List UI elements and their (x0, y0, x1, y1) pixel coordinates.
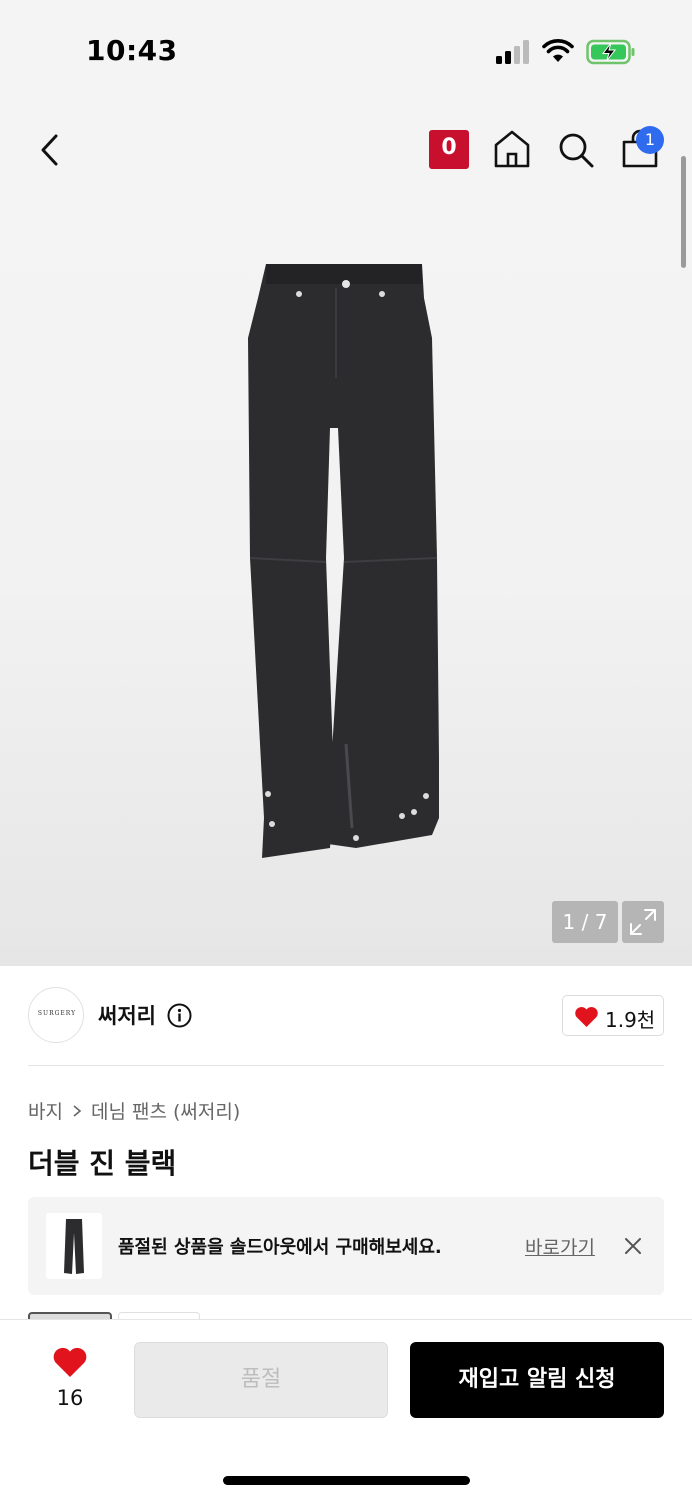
product-photo-pants (248, 264, 439, 858)
scrollbar[interactable] (681, 156, 686, 268)
close-icon[interactable] (622, 1235, 644, 1257)
divider (28, 1065, 664, 1066)
soldout-message: 품절된 상품을 솔드아웃에서 구매해보세요. (118, 1237, 442, 1258)
brand-like-count: 1.9천 (605, 1008, 656, 1032)
brand-name[interactable]: 써저리 (98, 1000, 156, 1030)
heart-icon (575, 1007, 598, 1027)
cart-count-badge: 1 (636, 126, 664, 154)
home-indicator (223, 1476, 470, 1485)
restock-alert-button[interactable]: 재입고 알림 신청 (410, 1342, 664, 1418)
brand-like-button[interactable]: 1.9천 (562, 995, 664, 1036)
status-time: 10:43 (86, 34, 178, 67)
chevron-right-icon (73, 1104, 82, 1117)
breadcrumb-category[interactable]: 바지 (28, 1097, 63, 1124)
home-icon[interactable] (492, 128, 532, 170)
brand-badge-letter: 0 (441, 135, 457, 160)
soldout-banner: 품절된 상품을 솔드아웃에서 구매해보세요. 바로가기 (28, 1197, 664, 1295)
back-icon[interactable] (34, 130, 66, 170)
wishlist-count: 16 (56, 1386, 84, 1410)
wifi-icon (542, 39, 574, 62)
brand-logo-text: SURGERY (37, 1010, 77, 1017)
image-counter: 1 / 7 (552, 901, 618, 943)
soldout-link[interactable]: 바로가기 (525, 1233, 595, 1260)
battery-charging-icon (586, 39, 635, 65)
search-icon[interactable] (556, 130, 596, 170)
brand-badge-button[interactable]: 0 (429, 130, 469, 169)
product-title: 더블 진 블랙 (28, 1147, 177, 1180)
soldout-button[interactable]: 품절 (134, 1342, 388, 1418)
breadcrumb-subcategory[interactable]: 데님 팬츠 (써저리) (91, 1097, 240, 1124)
breadcrumb: 바지 데님 팬츠 (써저리) (28, 1097, 240, 1124)
brand-logo[interactable]: SURGERY (28, 987, 84, 1043)
cellular-signal-icon (496, 40, 529, 64)
info-icon[interactable] (167, 1003, 192, 1028)
expand-icon[interactable] (622, 901, 664, 943)
wishlist-heart-icon[interactable] (52, 1346, 88, 1378)
soldout-product-thumbnail (46, 1213, 102, 1279)
status-bar: 10:43 (0, 0, 692, 100)
